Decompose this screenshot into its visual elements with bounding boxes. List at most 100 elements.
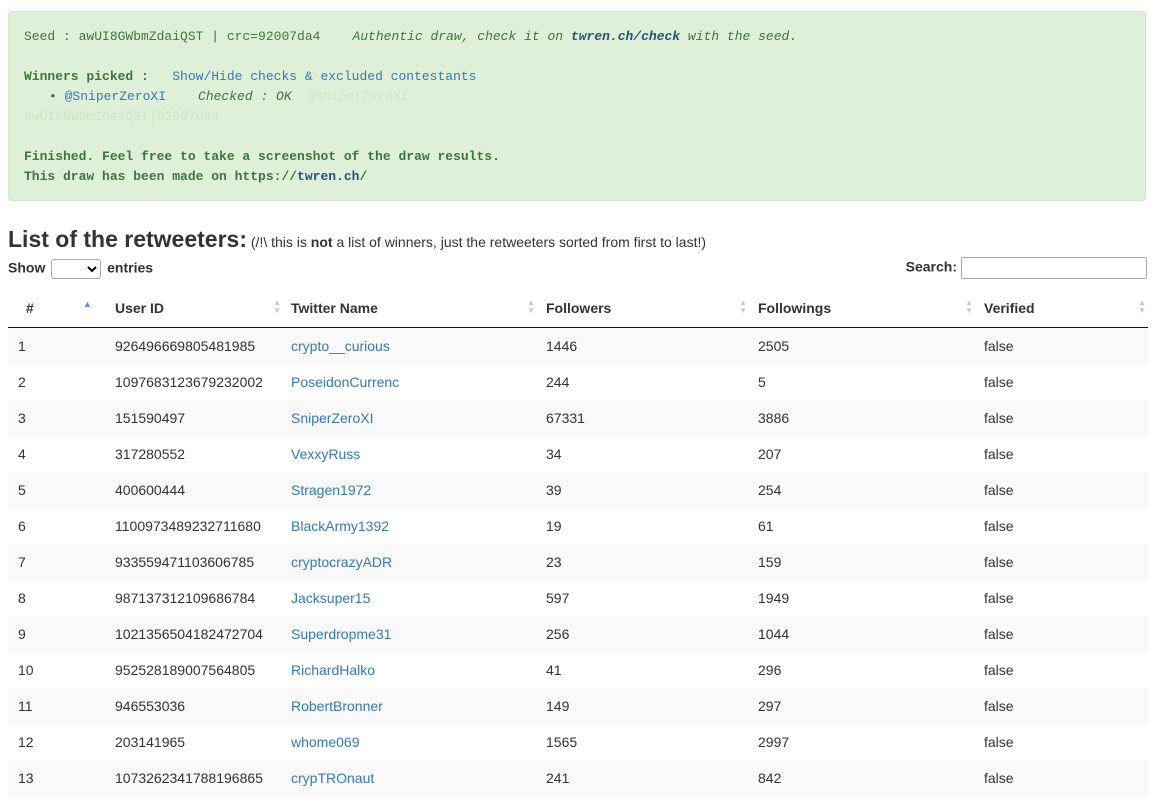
length-control: Show entries xyxy=(8,259,153,279)
twitter-name-link[interactable]: Jacksuper15 xyxy=(291,590,370,606)
col-label: Followings xyxy=(758,300,832,316)
auth-text-post: with the seed. xyxy=(680,29,798,44)
col-header-verified[interactable]: Verified ▲ ▼ xyxy=(975,290,1148,328)
cell-verified: false xyxy=(984,446,1014,462)
cell-followers: 67331 xyxy=(546,410,585,426)
cell-number: 5 xyxy=(18,482,26,498)
col-header-user-id[interactable]: User ID ▲ ▼ xyxy=(107,290,283,328)
winner-status: Checked : OK xyxy=(198,89,292,104)
twitter-name-link[interactable]: Stragen1972 xyxy=(291,482,371,498)
twitter-name-link[interactable]: PoseidonCurrenc xyxy=(291,374,399,390)
table-row: 13 1073262341788196865 crypTROnaut 241 842 fa… xyxy=(8,760,1148,796)
seed-line: Seed : awUI8GWbmZdaiQST | crc=92007da4 Au… xyxy=(24,29,797,44)
cell-user-id: 926496669805481985 xyxy=(115,338,256,354)
cell-number: 1 xyxy=(18,338,26,354)
cell-followings: 1949 xyxy=(758,590,790,606)
twitter-name-link[interactable]: VexxyRuss xyxy=(291,446,360,462)
cell-number: 6 xyxy=(18,518,26,534)
cell-twitter-name: whome069 xyxy=(283,724,537,760)
toggle-checks-link[interactable]: Show/Hide checks & excluded contestants xyxy=(172,69,476,84)
cell-followings: 1044 xyxy=(758,626,790,642)
entries-select[interactable] xyxy=(51,259,102,279)
cell-number: 9 xyxy=(18,626,26,642)
cell-twitter-name: Jacksuper15 xyxy=(283,580,537,616)
retweeters-table: # ▲ User ID ▲ ▼ Twitter Name ▲ ▼ Followers ▲ ▼ … xyxy=(8,290,1148,796)
cell-verified: false xyxy=(984,698,1014,714)
twitter-name-link[interactable]: crypTROnaut xyxy=(291,770,374,786)
subtitle-post: a list of winners, just the retweeters s… xyxy=(332,234,707,250)
draw-result-panel: Seed : awUI8GWbmZdaiQST | crc=92007da4 Au… xyxy=(8,11,1146,201)
twitter-name-link[interactable]: whome069 xyxy=(291,734,360,750)
table-row: 5 400600444 Stragen1972 39 254 false xyxy=(8,472,1148,508)
cell-verified: false xyxy=(984,626,1014,642)
cell-verified: false xyxy=(984,770,1014,786)
cell-user-id: 151590497 xyxy=(115,410,186,426)
table-row: 8 987137312109686784 Jacksuper15 597 1949 fal… xyxy=(8,580,1148,616)
cell-verified: false xyxy=(984,518,1014,534)
cell-followings: 254 xyxy=(758,482,782,498)
cell-verified: false xyxy=(984,338,1014,354)
col-header-followers[interactable]: Followers ▲ ▼ xyxy=(537,290,749,328)
cell-user-id: 933559471103606785 xyxy=(115,554,255,570)
cell-followers: 41 xyxy=(546,662,562,678)
cell-followings: 2505 xyxy=(758,338,790,354)
twitter-name-link[interactable]: RobertBronner xyxy=(291,698,383,714)
table-row: 2 1097683123679232002 PoseidonCurrenc 244 5 f… xyxy=(8,364,1148,400)
winner-ghost-text: @SniperZeroXI xyxy=(307,89,409,104)
cell-followers: 23 xyxy=(546,554,562,570)
cell-number: 11 xyxy=(18,698,33,714)
twitter-name-link[interactable]: SniperZeroXI xyxy=(291,410,373,426)
cell-verified: false xyxy=(984,662,1014,678)
cell-number: 3 xyxy=(18,410,26,426)
col-label: # xyxy=(26,300,34,316)
twitter-name-link[interactable]: cryptocrazyADR xyxy=(291,554,392,570)
cell-followings: 5 xyxy=(758,374,766,390)
cell-twitter-name: RobertBronner xyxy=(283,688,537,724)
col-header-followings[interactable]: Followings ▲ ▼ xyxy=(749,290,975,328)
col-label: Followers xyxy=(546,300,612,316)
cell-twitter-name: crypTROnaut xyxy=(283,760,537,796)
table-row: 1 926496669805481985 crypto__curious 1446 25… xyxy=(8,327,1148,365)
col-header-twitter-name[interactable]: Twitter Name ▲ ▼ xyxy=(283,290,537,328)
col-label: Twitter Name xyxy=(291,300,378,316)
cell-twitter-name: VexxyRuss xyxy=(283,436,537,472)
sort-icon: ▲ ▼ xyxy=(273,298,281,315)
twitter-name-link[interactable]: RichardHalko xyxy=(291,662,375,678)
subtitle-pre: (/!\ this is xyxy=(247,234,311,250)
winner-handle-link[interactable]: @SniperZeroXI xyxy=(65,89,166,104)
cell-twitter-name: BlackArmy1392 xyxy=(283,508,537,544)
col-header-number[interactable]: # ▲ xyxy=(8,290,107,328)
cell-followers: 244 xyxy=(546,374,570,390)
table-row: 6 1100973489232711680 BlackArmy1392 19 61 fal… xyxy=(8,508,1148,544)
cell-followings: 842 xyxy=(758,770,782,786)
auth-text-pre: Authentic draw, check it on xyxy=(352,29,571,44)
cell-verified: false xyxy=(984,734,1014,750)
cell-number: 10 xyxy=(18,662,34,678)
col-label: Verified xyxy=(984,300,1035,316)
cell-number: 7 xyxy=(18,554,26,570)
table-row: 3 151590497 SniperZeroXI 67331 3886 false xyxy=(8,400,1148,436)
twitter-name-link[interactable]: BlackArmy1392 xyxy=(291,518,389,534)
cell-followings: 297 xyxy=(758,698,782,714)
twitter-name-link[interactable]: Superdropme31 xyxy=(291,626,391,642)
winners-label: Winners picked : xyxy=(24,69,149,84)
sort-icon: ▲ ▼ xyxy=(965,298,973,315)
twren-link[interactable]: twren.ch xyxy=(297,169,359,184)
cell-followings: 3886 xyxy=(758,410,790,426)
ghost-check-line: awUI8GWbmZdaiQST|92007da4 xyxy=(24,109,220,124)
cell-verified: false xyxy=(984,590,1014,606)
winners-line: Winners picked : Show/Hide checks & excl… xyxy=(24,69,476,84)
twitter-name-link[interactable]: crypto__curious xyxy=(291,338,390,354)
search-input[interactable] xyxy=(961,257,1147,279)
table-row: 4 317280552 VexxyRuss 34 207 false xyxy=(8,436,1148,472)
sort-icon: ▲ ▼ xyxy=(1138,298,1146,315)
check-link[interactable]: twren.ch/check xyxy=(571,29,680,44)
page-title: List of the retweeters: xyxy=(8,226,247,252)
cell-followers: 241 xyxy=(546,770,570,786)
cell-followers: 1446 xyxy=(546,338,578,354)
cell-followings: 159 xyxy=(758,554,782,570)
cell-followings: 61 xyxy=(758,518,774,534)
cell-twitter-name: crypto__curious xyxy=(283,328,537,365)
cell-number: 2 xyxy=(18,374,26,390)
made-on-line: This draw has been made on https://twren… xyxy=(24,169,367,184)
